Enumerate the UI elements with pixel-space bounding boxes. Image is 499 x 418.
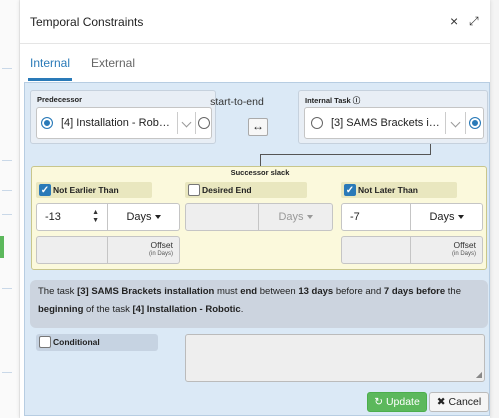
offset-unit-label: (in Days) (451, 251, 476, 257)
background-line (2, 288, 12, 289)
desired-end-checkbox[interactable] (188, 184, 200, 196)
not-earlier-than-checkbox-label[interactable]: ✓ Not Earlier Than (36, 182, 152, 198)
conditional-checkbox-label[interactable]: Conditional (36, 334, 158, 351)
internal-task-panel: Internal Task ⓘ [3] SAMS Brackets i… (298, 90, 488, 144)
desired-end-label: Desired End (202, 185, 252, 195)
not-later-than-checkbox-label[interactable]: ✓ Not Later Than (341, 182, 457, 198)
predecessor-task-text: [4] Installation - Rob… (61, 117, 170, 129)
offset-label: Offset (150, 240, 173, 250)
not-earlier-than-value: -13 (45, 211, 61, 223)
background-app-strip (0, 0, 20, 418)
background-line (2, 214, 12, 215)
not-earlier-than-offset-addon: Offset (in Days) (108, 236, 180, 264)
summary-min-days: 13 days (298, 286, 334, 297)
conditional-label: Conditional (53, 337, 100, 347)
relation-type-label: start-to-end (210, 96, 264, 108)
combo-separator (445, 112, 446, 134)
background-line (2, 372, 12, 373)
internal-task-label: Internal Task ⓘ (305, 96, 361, 105)
not-later-than-label: Not Later Than (358, 185, 418, 195)
cancel-button[interactable]: ✖ Cancel (429, 392, 489, 412)
not-earlier-than-label: Not Earlier Than (53, 185, 119, 195)
not-earlier-than-checkbox[interactable]: ✓ (39, 184, 51, 196)
predecessor-end-radio[interactable] (198, 117, 210, 129)
conditional-checkbox[interactable] (39, 336, 51, 348)
chevron-down-icon[interactable] (450, 117, 461, 128)
summary-text: between (257, 286, 299, 297)
tab-external[interactable]: External (91, 56, 135, 70)
not-earlier-than-unit: Days (126, 211, 152, 223)
predecessor-task-select[interactable]: [4] Installation - Rob… (36, 107, 212, 139)
desired-end-unit: Days (278, 211, 304, 223)
tab-bar: Internal External (20, 44, 490, 82)
combo-separator (177, 112, 178, 134)
not-later-than-unit-dropdown[interactable]: Days (411, 203, 483, 231)
update-button-label: Update (385, 396, 420, 408)
dialog-title: Temporal Constraints (30, 15, 144, 29)
background-status-marker (0, 236, 4, 258)
chevron-down-icon[interactable] (181, 117, 192, 128)
offset-label: Offset (453, 240, 476, 250)
desired-end-unit-dropdown[interactable]: Days (259, 203, 333, 231)
summary-text: the (445, 286, 462, 297)
summary-predecessor-task: [4] Installation - Robotic (132, 304, 241, 315)
summary-max-days: 7 days before (383, 286, 446, 297)
summary-text: before and (333, 286, 384, 297)
background-line (2, 160, 12, 161)
constraint-summary: The task [3] SAMS Brackets installation … (30, 280, 488, 328)
caret-down-icon (457, 215, 464, 220)
conditional-textarea[interactable]: ◢ (185, 334, 485, 382)
swap-arrows-icon[interactable]: ↔ (248, 118, 268, 136)
summary-event: end (240, 286, 258, 297)
caret-down-icon (154, 215, 161, 220)
not-later-than-unit: Days (429, 211, 455, 223)
desired-end-checkbox-label[interactable]: Desired End (185, 182, 307, 198)
predecessor-label: Predecessor (37, 95, 83, 104)
desired-end-value-input[interactable] (185, 203, 259, 231)
not-later-than-value: -7 (350, 211, 360, 223)
offset-unit-label: (in Days) (148, 251, 173, 257)
not-later-than-checkbox[interactable]: ✓ (344, 184, 356, 196)
cancel-button-label: Cancel (448, 396, 482, 408)
summary-successor-task: [3] SAMS Brackets installation (77, 286, 215, 297)
not-earlier-than-value-input[interactable]: -13 ▲ ▼ (36, 203, 108, 231)
not-earlier-than-unit-dropdown[interactable]: Days (108, 203, 180, 231)
dialog-header: Temporal Constraints × ⤢ (20, 0, 490, 44)
background-line (2, 190, 12, 191)
summary-text: must (214, 286, 241, 297)
close-icon[interactable]: × (450, 14, 458, 28)
successor-slack-title: Successor slack (230, 168, 290, 177)
update-button[interactable]: ↻ Update (367, 392, 427, 412)
summary-text: of the task (83, 304, 133, 315)
internal-task-end-radio[interactable] (469, 117, 481, 129)
combo-separator (465, 112, 466, 134)
tab-internal[interactable]: Internal (30, 56, 70, 70)
spinner-icon[interactable]: ▲ ▼ (92, 209, 99, 225)
summary-text: The task (38, 286, 78, 297)
active-tab-indicator (28, 78, 72, 81)
internal-task-start-radio[interactable] (311, 117, 323, 129)
refresh-icon: ↻ (374, 396, 384, 408)
background-line (2, 68, 12, 69)
summary-text: . (240, 304, 244, 315)
summary-anchor: beginning (38, 304, 84, 315)
not-later-than-offset-input[interactable] (341, 236, 411, 264)
predecessor-panel: Predecessor [4] Installation - Rob… (30, 90, 216, 144)
caret-down-icon (306, 215, 313, 220)
combo-separator (195, 112, 196, 134)
internal-task-text: [3] SAMS Brackets i… (331, 117, 440, 129)
not-later-than-offset-addon: Offset (in Days) (411, 236, 483, 264)
not-later-than-value-input[interactable]: -7 (341, 203, 411, 231)
resize-handle-icon[interactable]: ◢ (476, 371, 482, 379)
connector-line (430, 144, 431, 154)
background-right-strip (489, 0, 499, 418)
expand-icon[interactable]: ⤢ (469, 14, 479, 28)
predecessor-start-radio[interactable] (41, 117, 53, 129)
connector-line (260, 154, 431, 155)
not-earlier-than-offset-input[interactable] (36, 236, 108, 264)
internal-task-select[interactable]: [3] SAMS Brackets i… (304, 107, 484, 139)
close-x-icon: ✖ (436, 396, 446, 408)
